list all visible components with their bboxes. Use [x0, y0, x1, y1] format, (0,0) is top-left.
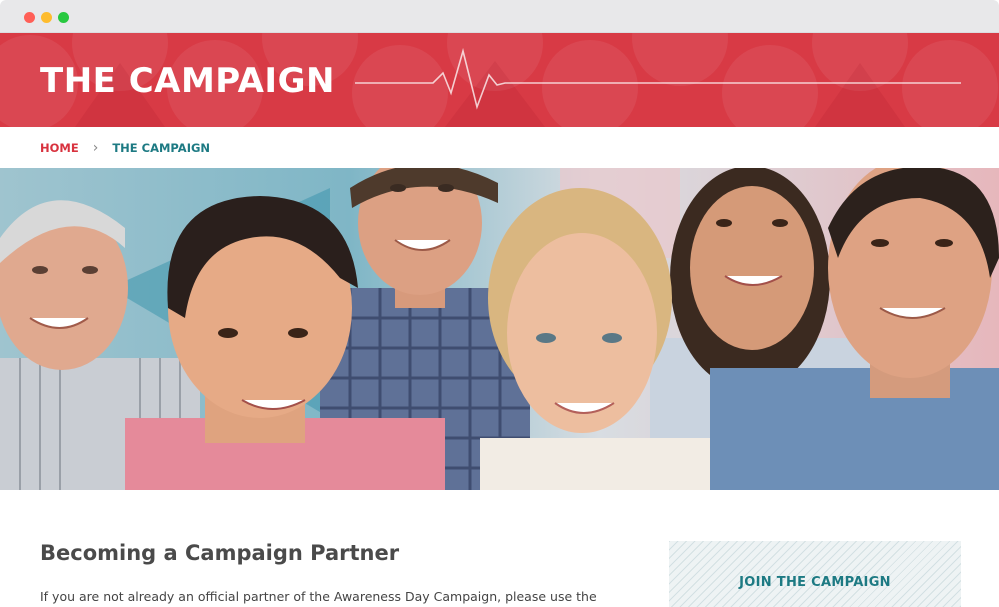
breadcrumb: HOME › THE CAMPAIGN	[40, 140, 210, 156]
close-window-button[interactable]	[24, 12, 35, 23]
heartbeat-line-icon	[355, 47, 961, 110]
chevron-right-icon: ›	[92, 140, 99, 156]
breadcrumb-home-link[interactable]: HOME	[40, 141, 79, 155]
page-title: THE CAMPAIGN	[40, 61, 335, 101]
hero-image	[0, 168, 999, 490]
page-banner: THE CAMPAIGN	[0, 33, 999, 127]
group-photo-illustration	[0, 168, 999, 490]
join-campaign-link[interactable]: JOIN THE CAMPAIGN	[669, 575, 961, 590]
breadcrumb-current: THE CAMPAIGN	[112, 141, 211, 155]
zoom-window-button[interactable]	[58, 12, 69, 23]
window-titlebar	[0, 0, 999, 33]
minimize-window-button[interactable]	[41, 12, 52, 23]
join-campaign-panel: JOIN THE CAMPAIGN	[669, 541, 961, 607]
section-heading: Becoming a Campaign Partner	[40, 541, 400, 565]
browser-window: THE CAMPAIGN HOME › THE CAMPAIGN Becomin…	[0, 0, 999, 607]
section-paragraph: If you are not already an official partn…	[40, 589, 597, 604]
